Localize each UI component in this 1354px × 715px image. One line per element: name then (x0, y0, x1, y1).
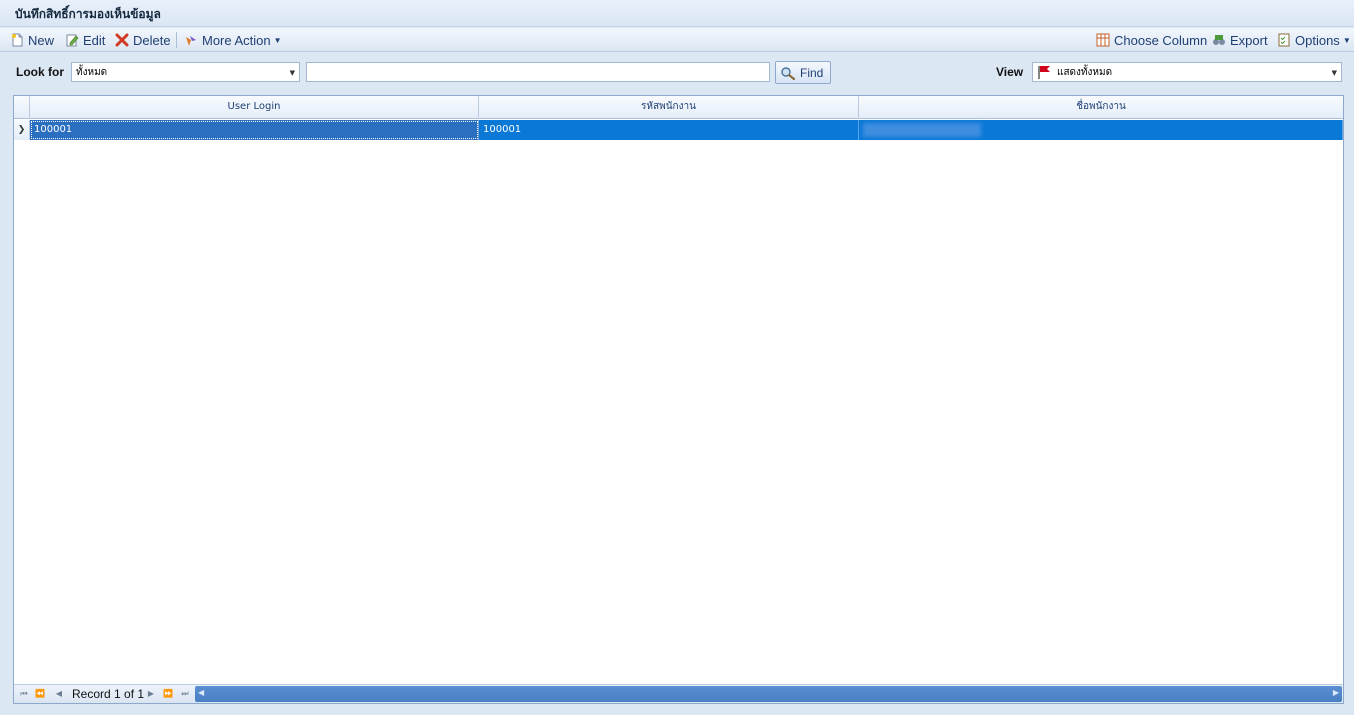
edit-button[interactable]: Edit (65, 31, 105, 49)
scroll-right-icon[interactable]: ▶ (1333, 688, 1339, 697)
column-header-user-login[interactable]: User Login (30, 96, 479, 119)
page-title: บันทึกสิทธิ์การมองเห็นข้อมูล (15, 7, 161, 21)
row-indicator-icon: ❯ (14, 120, 30, 140)
edit-label: Edit (83, 32, 106, 48)
more-action-button[interactable]: More Action ▼ (184, 31, 282, 49)
new-button[interactable]: New (10, 31, 54, 49)
options-button[interactable]: Options ▼ (1277, 31, 1351, 49)
chevron-down-icon: ▼ (289, 69, 295, 77)
toolbar-separator (176, 32, 177, 48)
options-label: Options (1295, 32, 1340, 48)
cell-employee-code[interactable]: 100001 (479, 120, 859, 140)
title-bar: บันทึกสิทธิ์การมองเห็นข้อมูล (0, 0, 1354, 27)
view-dropdown[interactable]: แสดงทั้งหมด ▼ (1032, 62, 1342, 82)
next-record-icon[interactable]: ▶ (145, 688, 157, 700)
choose-column-icon (1096, 33, 1110, 47)
delete-label: Delete (133, 32, 171, 48)
column-header-employee-name[interactable]: ชื่อพนักงาน (859, 96, 1343, 119)
edit-icon (65, 33, 79, 47)
find-button[interactable]: Find (775, 61, 831, 84)
find-icon (780, 66, 796, 80)
redacted-name (863, 123, 981, 137)
more-action-icon (184, 33, 198, 47)
look-for-value: ทั้งหมด (76, 66, 108, 78)
export-icon (1212, 33, 1226, 47)
new-label: New (28, 32, 55, 48)
flag-icon (1037, 65, 1053, 79)
delete-icon (115, 33, 129, 47)
delete-button[interactable]: Delete (115, 31, 171, 49)
choose-column-label: Choose Column (1114, 32, 1208, 48)
column-header-employee-code[interactable]: รหัสพนักงาน (479, 96, 859, 119)
look-for-dropdown[interactable]: ทั้งหมด ▼ (71, 62, 300, 82)
next-page-icon[interactable]: ⏩ (162, 688, 174, 700)
chevron-down-icon: ▼ (1331, 69, 1337, 77)
last-record-icon[interactable]: ⏭ (179, 688, 191, 700)
table-row[interactable]: ❯ 100001 100001 (14, 120, 1343, 140)
cell-user-login[interactable]: 100001 (30, 120, 479, 140)
toolbar: New Edit Delete More Action ▼ Choose Col… (0, 28, 1354, 52)
choose-column-button[interactable]: Choose Column (1096, 31, 1207, 49)
previous-record-icon[interactable]: ◀ (53, 688, 65, 700)
grid-header: User Login รหัสพนักงาน ชื่อพนักงาน (14, 96, 1343, 119)
data-grid: User Login รหัสพนักงาน ชื่อพนักงาน ❯ 100… (13, 95, 1344, 704)
chevron-down-icon: ▼ (1342, 35, 1351, 45)
search-input[interactable] (306, 62, 770, 82)
options-icon (1277, 33, 1291, 47)
cell-employee-name[interactable] (859, 120, 1343, 140)
export-button[interactable]: Export (1212, 31, 1268, 49)
new-icon (10, 33, 24, 47)
first-record-icon[interactable]: ⏮ (18, 688, 30, 700)
view-value: แสดงทั้งหมด (1057, 66, 1113, 78)
record-counter: Record 1 of 1 (72, 687, 145, 701)
previous-page-icon[interactable]: ⏪ (34, 688, 46, 700)
look-for-label: Look for (16, 65, 64, 79)
chevron-down-icon: ▼ (273, 35, 282, 45)
record-navigator: ⏮ ⏪ ◀ Record 1 of 1 ▶ ⏩ ⏭ ◀ ▶ (14, 684, 1343, 703)
export-label: Export (1230, 32, 1268, 48)
app-window: บันทึกสิทธิ์การมองเห็นข้อมูล New Edit De… (0, 0, 1354, 715)
find-label: Find (800, 65, 824, 80)
view-label: View (996, 65, 1024, 79)
horizontal-scrollbar[interactable]: ◀ ▶ (195, 686, 1342, 702)
header-indicator (14, 96, 30, 119)
scroll-left-icon[interactable]: ◀ (198, 688, 204, 697)
more-action-label: More Action (202, 32, 271, 48)
